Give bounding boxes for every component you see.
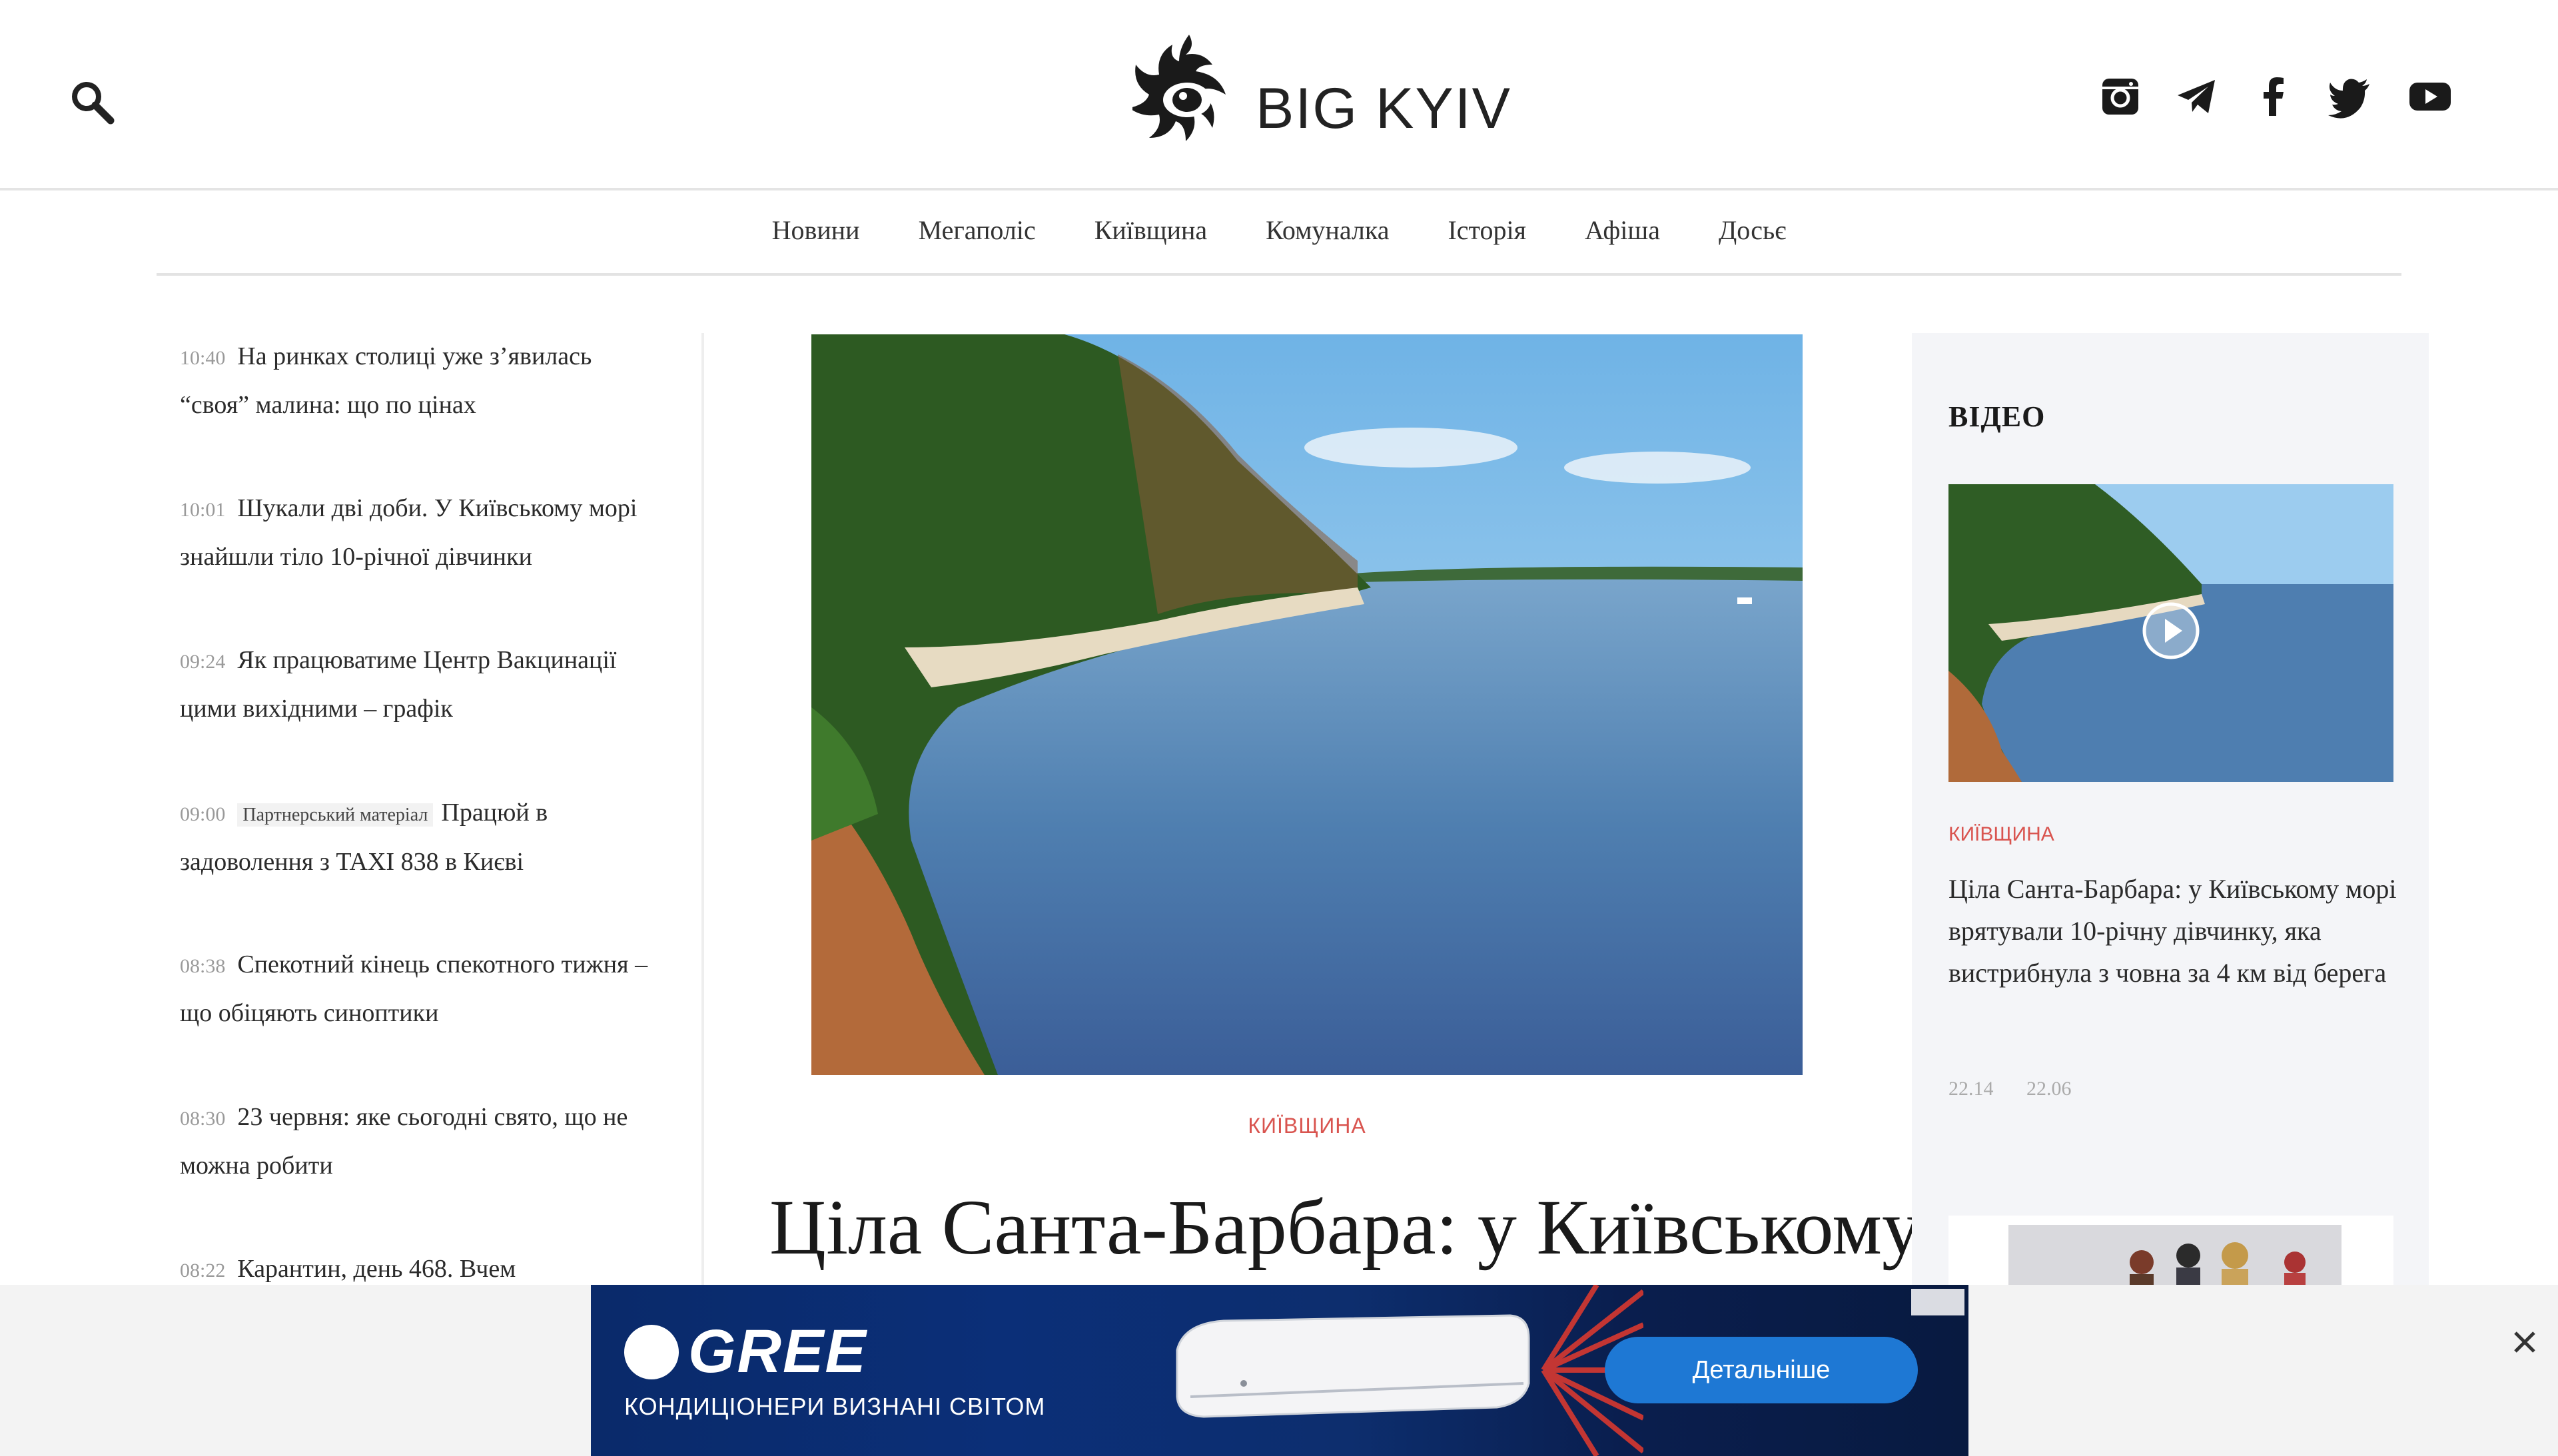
news-title: Як працюватиме Центр Вакцинації цими вих… (180, 646, 617, 723)
air-conditioner-image (1176, 1314, 1530, 1418)
news-time: 08:30 (180, 1108, 226, 1130)
news-title: Шукали дві доби. У Київському морі знайш… (180, 494, 638, 571)
ad-tagline: КОНДИЦІОНЕРИ ВИЗНАНІ СВІТОМ (624, 1393, 1046, 1420)
column-divider (701, 333, 704, 1285)
nav-item-dossier[interactable]: Досьє (1719, 214, 1786, 246)
video-meta-time: 22.14 (1948, 1078, 1994, 1100)
news-item[interactable]: 08:38 Спекотний кінець спекотного тижня –… (180, 941, 666, 1036)
news-title: Карантин, день 468. Вчем (237, 1255, 516, 1283)
nav-item-kyiv-region[interactable]: Київщина (1094, 214, 1207, 246)
news-item[interactable]: 08:30 23 червня: яке сьогодні свято, що н… (180, 1094, 666, 1189)
news-time: 08:22 (180, 1260, 226, 1281)
ad-brand-logo: GREE (624, 1317, 867, 1387)
news-title: Спекотний кінець спекотного тижня – що о… (180, 950, 648, 1027)
news-title: 23 червня: яке сьогодні свято, що не мож… (180, 1103, 628, 1180)
ad-brand-name: GREE (688, 1317, 867, 1385)
logo-mark-icon (1132, 35, 1226, 141)
news-item[interactable]: 10:40 На ринках столиці уже з’явилась “св… (180, 333, 666, 428)
site-logo[interactable]: BIG KYIV (1132, 28, 1510, 161)
video-meta-time: 22.06 (2026, 1078, 2072, 1100)
search-icon[interactable] (67, 77, 120, 130)
nav-item-events[interactable]: Афіша (1585, 214, 1660, 246)
nav-item-news[interactable]: Новини (772, 214, 860, 246)
telegram-icon[interactable] (2174, 73, 2220, 120)
nav-item-utilities[interactable]: Комуналка (1266, 214, 1389, 246)
main-nav: Новини Мегаполіс Київщина Комуналка Істо… (157, 190, 2401, 276)
video-title[interactable]: Ціла Санта-Барбара: у Київському морі вр… (1948, 868, 2401, 994)
news-item[interactable]: 09:00 Партнерський матеріал Працюй в задов… (180, 789, 666, 885)
article-category[interactable]: КИЇВЩИНА (811, 1114, 1803, 1138)
news-time: 10:40 (180, 347, 226, 369)
video-heading: ВІДЕО (1948, 400, 2046, 433)
site-header: BIG KYIV (0, 0, 2558, 190)
article-headline[interactable]: Ціла Санта-Барбара: у Київському (769, 1182, 1921, 1273)
news-item[interactable]: 09:24 Як працюватиме Центр Вакцинації цим… (180, 637, 666, 732)
news-item[interactable]: 10:01 Шукали дві доби. У Київському морі … (180, 485, 666, 580)
ad-banner[interactable]: GREE КОНДИЦІОНЕРИ ВИЗНАНІ СВІТОМ Детальн… (591, 1285, 1968, 1456)
nav-item-history[interactable]: Історія (1448, 214, 1526, 246)
hero-image[interactable] (811, 334, 1803, 1075)
news-time: 09:00 (180, 803, 226, 825)
video-meta: 22.14 22.06 (1948, 1078, 2100, 1100)
ad-info-icon[interactable] (1911, 1289, 1964, 1315)
youtube-icon[interactable] (2407, 73, 2453, 120)
news-time: 10:01 (180, 499, 226, 521)
news-time: 08:38 (180, 955, 226, 977)
twitter-icon[interactable] (2327, 73, 2373, 120)
news-time: 09:24 (180, 651, 226, 673)
ad-cta-button[interactable]: Детальніше (1605, 1337, 1918, 1403)
logo-text: BIG KYIV (1256, 77, 1512, 141)
facebook-icon[interactable] (2250, 73, 2297, 120)
close-icon[interactable] (2505, 1322, 2545, 1362)
gree-logo-icon (624, 1324, 679, 1379)
video-category[interactable]: КИЇВЩИНА (1948, 823, 2054, 846)
instagram-icon[interactable] (2097, 73, 2144, 120)
play-icon[interactable] (2141, 601, 2201, 661)
nav-item-megapolis[interactable]: Мегаполіс (919, 214, 1036, 246)
video-thumbnail[interactable] (1948, 484, 2393, 782)
news-title: На ринках столиці уже з’явилась “своя” м… (180, 342, 592, 419)
partner-badge: Партнерський матеріал (237, 803, 434, 827)
